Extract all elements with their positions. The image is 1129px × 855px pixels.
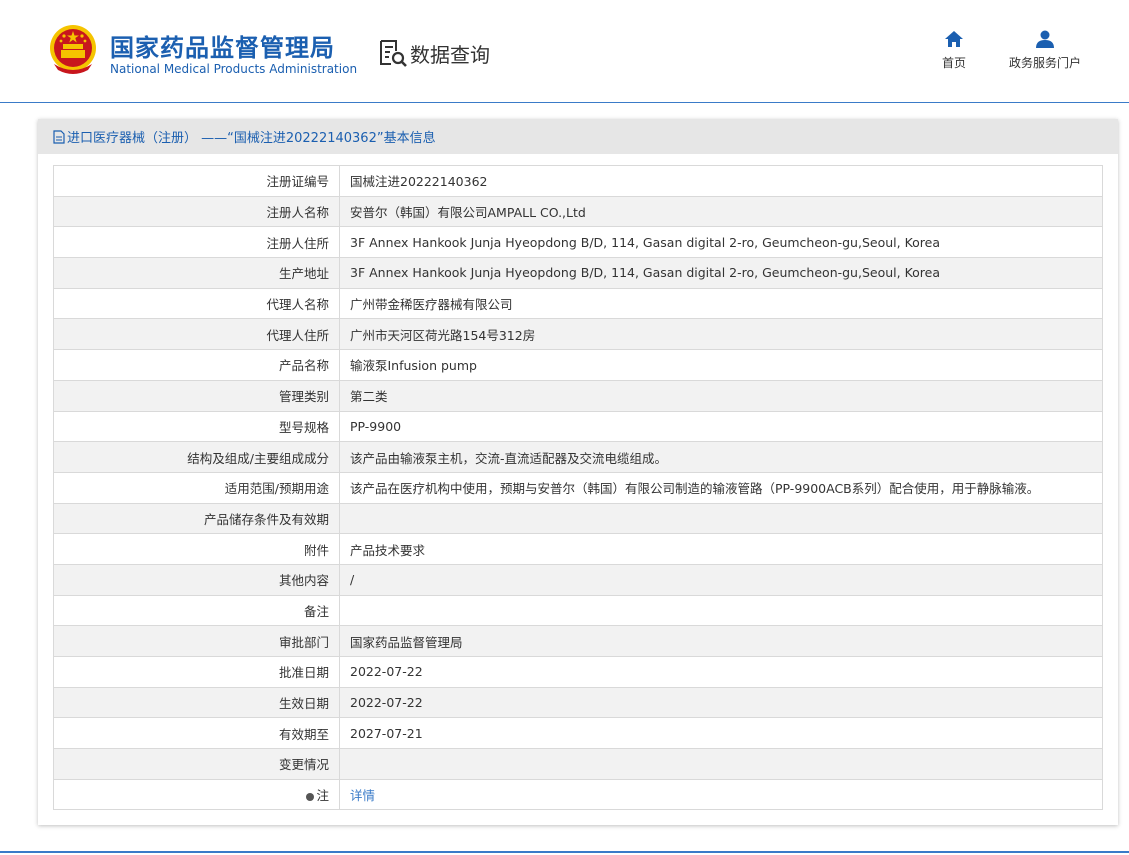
table-row: 代理人住所 广州市天河区荷光路154号312房: [53, 318, 1103, 351]
table-row: 产品储存条件及有效期: [53, 502, 1103, 535]
panel-title: 进口医疗器械（注册） ——“国械注进20222140362”基本信息: [38, 119, 1118, 154]
row-value-note: 详情: [339, 778, 1103, 811]
table-row: 生效日期 2022-07-22: [53, 686, 1103, 719]
table-row: 有效期至 2027-07-21: [53, 717, 1103, 750]
row-label: 生产地址: [53, 257, 340, 289]
info-table: 注册证编号 国械注进20222140362 注册人名称 安普尔（韩国）有限公司AMP…: [53, 165, 1103, 811]
table-row: 生产地址 3F Annex Hankook Junja Hyeopdong B/D…: [53, 257, 1103, 289]
nav-home-link[interactable]: 首页: [934, 30, 974, 71]
row-value: 广州市天河区荷光路154号312房: [339, 318, 1103, 351]
row-label: 变更情况: [53, 748, 340, 780]
row-value: PP-9900: [339, 410, 1103, 443]
user-icon: [1036, 30, 1054, 48]
section-title: 数据查询: [410, 42, 490, 67]
table-row: 管理类别 第二类: [53, 379, 1103, 412]
row-value: 该产品在医疗机构中使用，预期与安普尔（韩国）有限公司制造的输液管路（PP-990…: [339, 471, 1103, 504]
panel-title-text: 进口医疗器械（注册） ——“国械注进20222140362”基本信息: [67, 131, 436, 146]
table-row: 注册证编号 国械注进20222140362: [53, 165, 1103, 197]
details-link[interactable]: 详情: [350, 788, 375, 803]
org-name-cn: 国家药品监督管理局: [110, 34, 335, 62]
home-icon: [945, 31, 963, 47]
table-row: 型号规格 PP-9900: [53, 410, 1103, 443]
data-query-title: 数据查询: [378, 38, 490, 68]
row-label: 代理人名称: [53, 287, 340, 320]
org-name-en: National Medical Products Administration: [110, 62, 358, 76]
row-value: 2022-07-22: [339, 656, 1103, 688]
row-value: 产品技术要求: [339, 533, 1103, 565]
row-value: /: [339, 563, 1103, 596]
row-label: 其他内容: [53, 563, 340, 596]
row-value: [339, 502, 1103, 535]
table-row: 注册人名称 安普尔（韩国）有限公司AMPALL CO.,Ltd: [53, 195, 1103, 228]
row-value: [339, 748, 1103, 780]
row-value: 3F Annex Hankook Junja Hyeopdong B/D, 11…: [339, 226, 1103, 259]
row-value: [339, 594, 1103, 627]
row-label: 审批部门: [53, 625, 340, 657]
row-label: 代理人住所: [53, 318, 340, 351]
row-label-note: 注: [53, 778, 340, 811]
nav-home-label: 首页: [941, 56, 966, 70]
row-label: 适用范围/预期用途: [53, 471, 340, 504]
row-label: 注册证编号: [53, 165, 340, 197]
table-row-note: 注 详情: [53, 778, 1103, 811]
row-label: 管理类别: [53, 379, 340, 412]
detail-panel: 进口医疗器械（注册） ——“国械注进20222140362”基本信息 注册证编号…: [38, 119, 1118, 825]
pin-icon: [306, 792, 315, 801]
row-value: 输液泵Infusion pump: [339, 349, 1103, 381]
table-row: 批准日期 2022-07-22: [53, 656, 1103, 688]
row-label: 型号规格: [53, 410, 340, 443]
row-value: 2022-07-22: [339, 686, 1103, 719]
table-row: 代理人名称 广州带金稀医疗器械有限公司: [53, 287, 1103, 320]
document-search-icon: [380, 40, 407, 67]
row-label: 注册人名称: [53, 195, 340, 228]
table-row: 适用范围/预期用途 该产品在医疗机构中使用，预期与安普尔（韩国）有限公司制造的输液…: [53, 471, 1103, 504]
table-row: 审批部门 国家药品监督管理局: [53, 625, 1103, 657]
row-value: 2027-07-21: [339, 717, 1103, 750]
row-label: 生效日期: [53, 686, 340, 719]
row-value: 国械注进20222140362: [339, 165, 1103, 197]
table-row: 结构及组成/主要组成成分 该产品由输液泵主机，交流-直流适配器及交流电缆组成。: [53, 441, 1103, 473]
row-label: 有效期至: [53, 717, 340, 750]
row-label: 附件: [53, 533, 340, 565]
row-value: 国家药品监督管理局: [339, 625, 1103, 657]
footer-divider: [0, 851, 1129, 853]
row-label: 批准日期: [53, 656, 340, 688]
table-row: 产品名称 输液泵Infusion pump: [53, 349, 1103, 381]
table-row: 附件 产品技术要求: [53, 533, 1103, 565]
row-label: 结构及组成/主要组成成分: [53, 441, 340, 473]
note-label: 注: [316, 788, 329, 804]
row-label: 产品名称: [53, 349, 340, 381]
table-row: 变更情况: [53, 748, 1103, 780]
row-value: 3F Annex Hankook Junja Hyeopdong B/D, 11…: [339, 257, 1103, 289]
table-row: 注册人住所 3F Annex Hankook Junja Hyeopdong B/…: [53, 226, 1103, 259]
row-label: 产品储存条件及有效期: [53, 502, 340, 535]
row-label: 备注: [53, 594, 340, 627]
table-row: 备注: [53, 594, 1103, 627]
national-emblem-icon: [50, 25, 96, 74]
document-icon: [53, 129, 65, 144]
row-value: 第二类: [339, 379, 1103, 412]
nav-portal-link[interactable]: 政务服务门户: [1000, 30, 1090, 71]
site-header: 国家药品监督管理局 National Medical Products Admi…: [0, 0, 1129, 103]
row-value: 广州带金稀医疗器械有限公司: [339, 287, 1103, 320]
row-label: 注册人住所: [53, 226, 340, 259]
table-row: 其他内容 /: [53, 563, 1103, 596]
row-value: 安普尔（韩国）有限公司AMPALL CO.,Ltd: [339, 195, 1103, 228]
nav-portal-label: 政务服务门户: [1008, 56, 1081, 70]
row-value: 该产品由输液泵主机，交流-直流适配器及交流电缆组成。: [339, 441, 1103, 473]
